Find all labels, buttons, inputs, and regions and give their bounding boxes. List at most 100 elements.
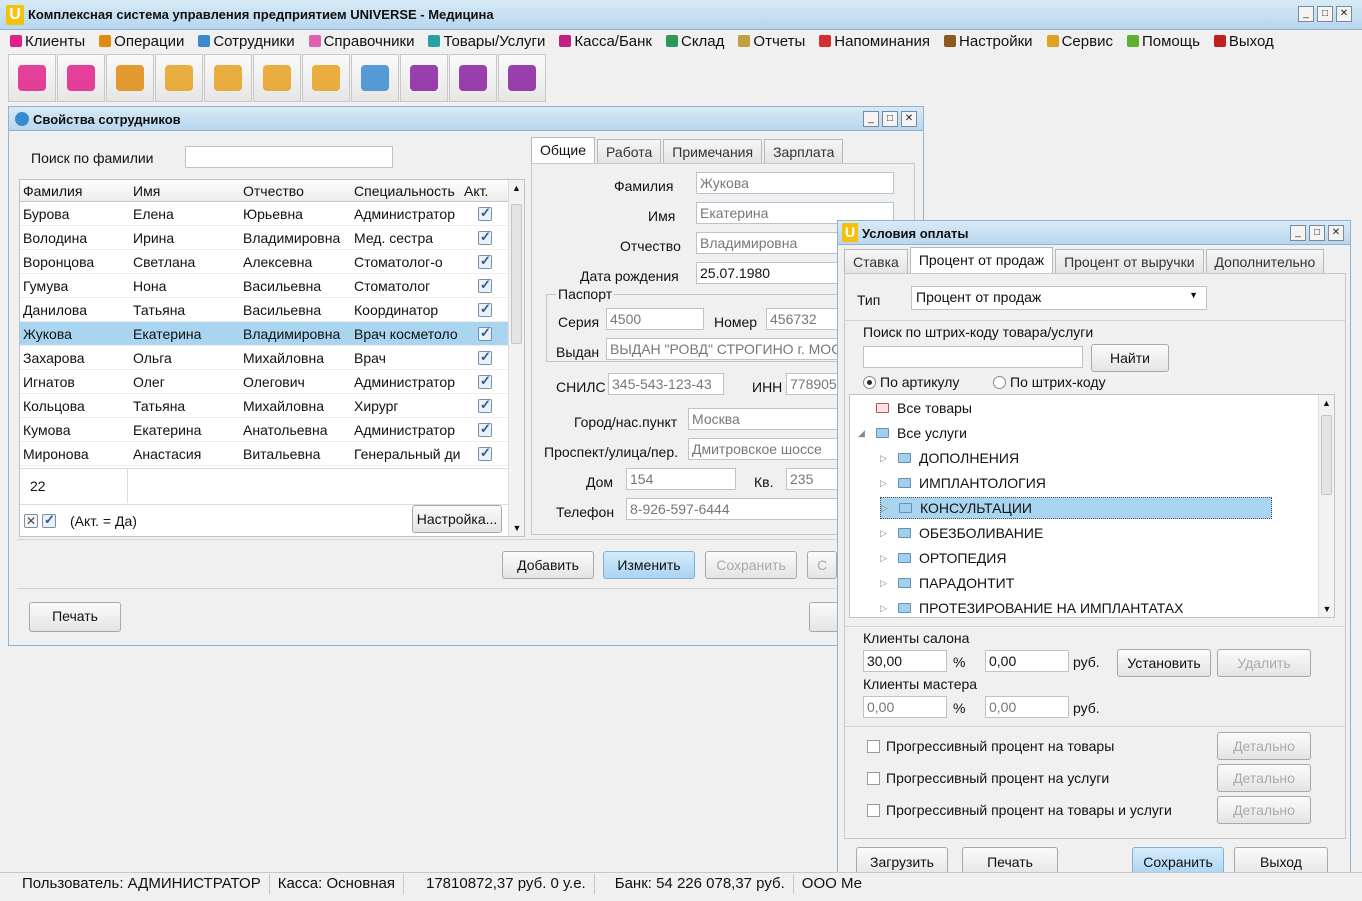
- edit-button[interactable]: Изменить: [603, 551, 695, 579]
- radio-article-option[interactable]: По артикулу: [863, 374, 959, 390]
- flat-field[interactable]: [786, 468, 842, 490]
- menu-item-4[interactable]: Товары/Услуги: [428, 33, 545, 50]
- progressive-checkbox[interactable]: [867, 803, 880, 817]
- table-row[interactable]: Кольцова Татьяна Михайловна Хирург: [20, 394, 524, 418]
- scroll-thumb[interactable]: [1321, 415, 1332, 495]
- menu-item-11[interactable]: Помощь: [1126, 33, 1200, 50]
- radio-article[interactable]: [863, 375, 876, 389]
- expand-right-icon[interactable]: ▷: [880, 553, 890, 564]
- issued-field[interactable]: [606, 338, 842, 360]
- column-header[interactable]: Акт.: [461, 183, 506, 199]
- active-checkbox[interactable]: [478, 374, 492, 389]
- progressive-checkbox[interactable]: [867, 771, 880, 785]
- tree-item[interactable]: ▷ ПАРАДОНТИТ: [880, 572, 1014, 594]
- menu-item-0[interactable]: Клиенты: [10, 33, 85, 50]
- inn-field[interactable]: [786, 373, 842, 395]
- phone-field[interactable]: [626, 498, 842, 520]
- scroll-up-icon[interactable]: ▲: [1319, 395, 1334, 411]
- close-button[interactable]: ✕: [1336, 6, 1352, 22]
- active-checkbox[interactable]: [478, 302, 492, 317]
- city-field[interactable]: [688, 408, 842, 430]
- tree-item[interactable]: ▷ ОБЕЗБОЛИВАНИЕ: [880, 522, 1043, 544]
- tree-item[interactable]: ▷ ПРОТЕЗИРОВАНИЕ НА ИМПЛАНТАТАХ: [880, 597, 1183, 619]
- menu-item-5[interactable]: Касса/Банк: [559, 33, 652, 50]
- tab-employee-1[interactable]: Работа: [597, 139, 662, 163]
- radio-barcode[interactable]: [993, 375, 1006, 389]
- number-field[interactable]: [766, 308, 842, 330]
- master-percent-field[interactable]: [863, 696, 947, 718]
- table-row[interactable]: Захарова Ольга Михайловна Врач: [20, 346, 524, 370]
- expand-right-icon[interactable]: ▷: [880, 453, 890, 464]
- column-header[interactable]: Отчество: [240, 183, 351, 199]
- radio-barcode-option[interactable]: По штрих-коду: [993, 374, 1106, 390]
- tab-conditions-1[interactable]: Процент от продаж: [909, 247, 1054, 273]
- active-checkbox[interactable]: [478, 350, 492, 365]
- expand-right-icon[interactable]: ▷: [880, 528, 890, 539]
- active-checkbox[interactable]: [478, 254, 492, 269]
- table-row[interactable]: Володина Ирина Владимировна Мед. сестра: [20, 226, 524, 250]
- menu-item-12[interactable]: Выход: [1213, 33, 1274, 50]
- salon-percent-field[interactable]: [863, 650, 947, 672]
- menu-item-8[interactable]: Напоминания: [819, 33, 930, 50]
- toolbar-button-1[interactable]: [57, 54, 105, 102]
- active-checkbox[interactable]: [478, 278, 492, 293]
- clear-filter-icon[interactable]: ✕: [24, 513, 38, 528]
- toolbar-button-3[interactable]: [155, 54, 203, 102]
- close-button[interactable]: ✕: [901, 111, 917, 127]
- tab-employee-2[interactable]: Примечания: [663, 139, 763, 163]
- tab-conditions-0[interactable]: Ставка: [844, 249, 908, 273]
- toolbar-button-0[interactable]: [8, 54, 56, 102]
- detail-button[interactable]: Детально: [1217, 764, 1311, 792]
- tree-item[interactable]: ▷ ИМПЛАНТОЛОГИЯ: [880, 472, 1046, 494]
- toolbar-button-6[interactable]: [302, 54, 350, 102]
- salon-rub-field[interactable]: [985, 650, 1069, 672]
- print-button[interactable]: Печать: [29, 602, 121, 632]
- maximize-button[interactable]: □: [882, 111, 898, 127]
- table-row[interactable]: Бурова Елена Юрьевна Администратор: [20, 202, 524, 226]
- house-field[interactable]: [626, 468, 736, 490]
- table-row[interactable]: Гумува Нона Васильевна Стоматолог: [20, 274, 524, 298]
- tab-employee-3[interactable]: Зарплата: [764, 139, 844, 163]
- column-header[interactable]: Специальность: [351, 183, 461, 199]
- barcode-search-input[interactable]: [863, 346, 1083, 368]
- toolbar-button-4[interactable]: [204, 54, 252, 102]
- master-rub-field[interactable]: [985, 696, 1069, 718]
- snils-field[interactable]: [608, 373, 724, 395]
- hidden-button-edge[interactable]: [809, 602, 839, 632]
- minimize-button[interactable]: _: [1290, 225, 1306, 241]
- tree-scrollbar[interactable]: ▲ ▼: [1318, 395, 1334, 617]
- menu-item-2[interactable]: Сотрудники: [198, 33, 295, 50]
- minimize-button[interactable]: _: [863, 111, 879, 127]
- toolbar-button-9[interactable]: [449, 54, 497, 102]
- street-field[interactable]: [688, 438, 842, 460]
- maximize-button[interactable]: □: [1309, 225, 1325, 241]
- toolbar-button-8[interactable]: [400, 54, 448, 102]
- scroll-down-icon[interactable]: ▼: [1319, 601, 1335, 617]
- toolbar-button-10[interactable]: [498, 54, 546, 102]
- series-field[interactable]: [606, 308, 704, 330]
- table-row[interactable]: Воронцова Светлана Алексевна Стоматолог-о: [20, 250, 524, 274]
- detail-button[interactable]: Детально: [1217, 796, 1311, 824]
- minimize-button[interactable]: _: [1298, 6, 1314, 22]
- detail-button[interactable]: Детально: [1217, 732, 1311, 760]
- active-checkbox[interactable]: [478, 398, 492, 413]
- delete-button[interactable]: Удалить: [1217, 649, 1311, 677]
- menu-item-10[interactable]: Сервис: [1046, 33, 1113, 50]
- active-checkbox[interactable]: [478, 446, 492, 461]
- save-button[interactable]: Сохранить: [705, 551, 797, 579]
- toolbar-button-7[interactable]: [351, 54, 399, 102]
- progressive-option[interactable]: Прогрессивный процент на товары: [867, 738, 1114, 754]
- tab-conditions-3[interactable]: Дополнительно: [1205, 249, 1325, 273]
- column-header[interactable]: Имя: [130, 183, 240, 199]
- table-settings-button[interactable]: Настройка...: [412, 505, 502, 533]
- toolbar-button-2[interactable]: [106, 54, 154, 102]
- surname-field[interactable]: [696, 172, 894, 194]
- active-checkbox[interactable]: [478, 230, 492, 245]
- tree-item[interactable]: ▷ ДОПОЛНЕНИЯ: [880, 447, 1019, 469]
- tab-conditions-2[interactable]: Процент от выручки: [1055, 249, 1204, 273]
- close-button[interactable]: ✕: [1328, 225, 1344, 241]
- menu-item-7[interactable]: Отчеты: [738, 33, 805, 50]
- table-row[interactable]: Жукова Екатерина Владимировна Врач косметол…: [20, 322, 524, 346]
- search-surname-input[interactable]: [185, 146, 393, 168]
- set-button[interactable]: Установить: [1117, 649, 1211, 677]
